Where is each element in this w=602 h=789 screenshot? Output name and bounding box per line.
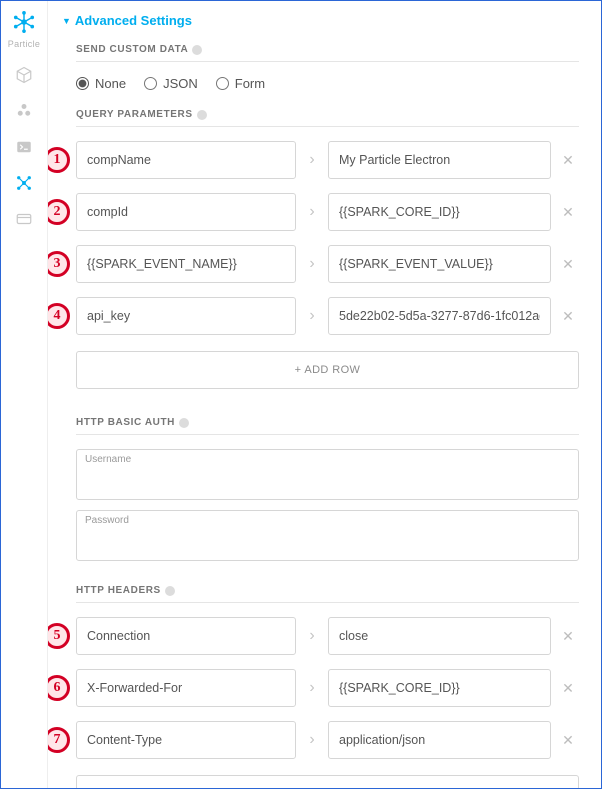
chevron-right-icon: › (302, 722, 322, 758)
info-icon[interactable] (197, 110, 207, 120)
param-key-input[interactable] (76, 193, 296, 231)
advanced-settings-toggle[interactable]: ▼ Advanced Settings (62, 13, 587, 28)
sidebar: Particle (1, 1, 48, 788)
http-basic-auth-header: HTTP BASIC AUTH (76, 417, 579, 435)
header-key-input[interactable] (76, 721, 296, 759)
chevron-right-icon: › (302, 618, 322, 654)
radio-form[interactable]: Form (216, 76, 265, 91)
query-param-row: 4 › ✕ (76, 297, 579, 335)
param-value-input[interactable] (328, 193, 551, 231)
password-field: Password (76, 510, 579, 561)
nav-console-icon[interactable] (1, 129, 47, 165)
callout-badge: 6 (48, 675, 70, 701)
send-custom-data-header: SEND CUSTOM DATA (76, 44, 579, 62)
password-input[interactable] (77, 526, 578, 560)
param-key-input[interactable] (76, 297, 296, 335)
particle-logo-icon (13, 7, 35, 37)
custom-data-radio-group: None JSON Form (76, 76, 579, 91)
query-parameters-header: QUERY PARAMETERS (76, 109, 579, 127)
chevron-right-icon: › (302, 246, 322, 282)
param-value-input[interactable] (328, 245, 551, 283)
header-value-input[interactable] (328, 721, 551, 759)
query-parameters-list: 1 › ✕ 2 › ✕ 3 › ✕ (76, 141, 579, 335)
advanced-title: Advanced Settings (75, 13, 192, 28)
nav-billing-icon[interactable] (1, 201, 47, 237)
info-icon[interactable] (179, 418, 189, 428)
chevron-right-icon: › (302, 298, 322, 334)
callout-badge: 5 (48, 623, 70, 649)
http-headers-list: 5 › ✕ 6 › ✕ 7 › ✕ (76, 617, 579, 759)
param-value-input[interactable] (328, 297, 551, 335)
delete-row-button[interactable]: ✕ (557, 246, 579, 282)
password-label: Password (77, 511, 578, 526)
http-header-row: 7 › ✕ (76, 721, 579, 759)
header-key-input[interactable] (76, 617, 296, 655)
http-header-row: 6 › ✕ (76, 669, 579, 707)
nav-circles-icon[interactable] (1, 93, 47, 129)
query-param-row: 1 › ✕ (76, 141, 579, 179)
username-input[interactable] (77, 465, 578, 499)
radio-json[interactable]: JSON (144, 76, 198, 91)
param-key-input[interactable] (76, 141, 296, 179)
chevron-right-icon: › (302, 194, 322, 230)
radio-none[interactable]: None (76, 76, 126, 91)
query-param-row: 2 › ✕ (76, 193, 579, 231)
delete-row-button[interactable]: ✕ (557, 618, 579, 654)
nav-integrations-icon[interactable] (1, 165, 47, 201)
chevron-right-icon: › (302, 142, 322, 178)
delete-row-button[interactable]: ✕ (557, 194, 579, 230)
query-param-row: 3 › ✕ (76, 245, 579, 283)
callout-badge: 4 (48, 303, 70, 329)
main-content: ▼ Advanced Settings SEND CUSTOM DATA Non… (48, 1, 601, 788)
header-key-input[interactable] (76, 669, 296, 707)
http-header-row: 5 › ✕ (76, 617, 579, 655)
callout-badge: 7 (48, 727, 70, 753)
callout-badge: 3 (48, 251, 70, 277)
username-field: Username (76, 449, 579, 500)
chevron-right-icon: › (302, 670, 322, 706)
header-value-input[interactable] (328, 669, 551, 707)
param-key-input[interactable] (76, 245, 296, 283)
delete-row-button[interactable]: ✕ (557, 722, 579, 758)
info-icon[interactable] (192, 45, 202, 55)
add-http-header-button[interactable]: + ADD ROW (76, 775, 579, 788)
http-headers-header: HTTP HEADERS (76, 585, 579, 603)
brand-label: Particle (8, 39, 40, 49)
param-value-input[interactable] (328, 141, 551, 179)
caret-down-icon: ▼ (62, 16, 71, 26)
delete-row-button[interactable]: ✕ (557, 142, 579, 178)
username-label: Username (77, 450, 578, 465)
callout-badge: 1 (48, 147, 70, 173)
add-query-param-button[interactable]: + ADD ROW (76, 351, 579, 389)
callout-badge: 2 (48, 199, 70, 225)
info-icon[interactable] (165, 586, 175, 596)
delete-row-button[interactable]: ✕ (557, 298, 579, 334)
delete-row-button[interactable]: ✕ (557, 670, 579, 706)
header-value-input[interactable] (328, 617, 551, 655)
nav-cube-icon[interactable] (1, 57, 47, 93)
